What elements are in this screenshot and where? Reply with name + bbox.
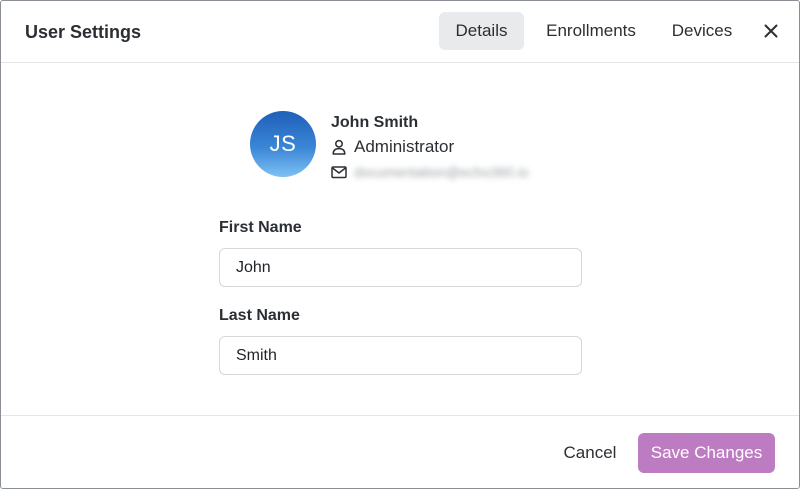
- save-changes-button[interactable]: Save Changes: [638, 433, 775, 473]
- user-role: Administrator: [354, 137, 455, 156]
- first-name-label: First Name: [219, 219, 302, 236]
- user-role-row: Administrator: [331, 136, 454, 158]
- cancel-button[interactable]: Cancel: [554, 434, 626, 472]
- dialog-body: JS John Smith Administrator documentatio…: [1, 63, 799, 415]
- last-name-field[interactable]: [219, 336, 582, 375]
- dialog-footer: Cancel Save Changes: [1, 415, 799, 488]
- user-email-redacted: documentation@echo360.io: [354, 164, 529, 180]
- dialog-title: User Settings: [25, 22, 142, 42]
- tab-details[interactable]: Details: [439, 12, 524, 50]
- close-icon[interactable]: [761, 21, 781, 41]
- avatar: JS: [250, 111, 316, 177]
- user-settings-dialog: User Settings Details Enrollments Device…: [0, 0, 800, 489]
- user-icon: [331, 139, 347, 155]
- user-email-row: documentation@echo360.io: [331, 161, 566, 183]
- tab-devices[interactable]: Devices: [661, 12, 743, 50]
- tab-enrollments[interactable]: Enrollments: [537, 12, 645, 50]
- last-name-label: Last Name: [219, 307, 300, 324]
- envelope-icon: [331, 164, 347, 180]
- dialog-header: User Settings Details Enrollments Device…: [1, 1, 799, 63]
- first-name-field[interactable]: [219, 248, 582, 287]
- user-name: John Smith: [331, 114, 419, 131]
